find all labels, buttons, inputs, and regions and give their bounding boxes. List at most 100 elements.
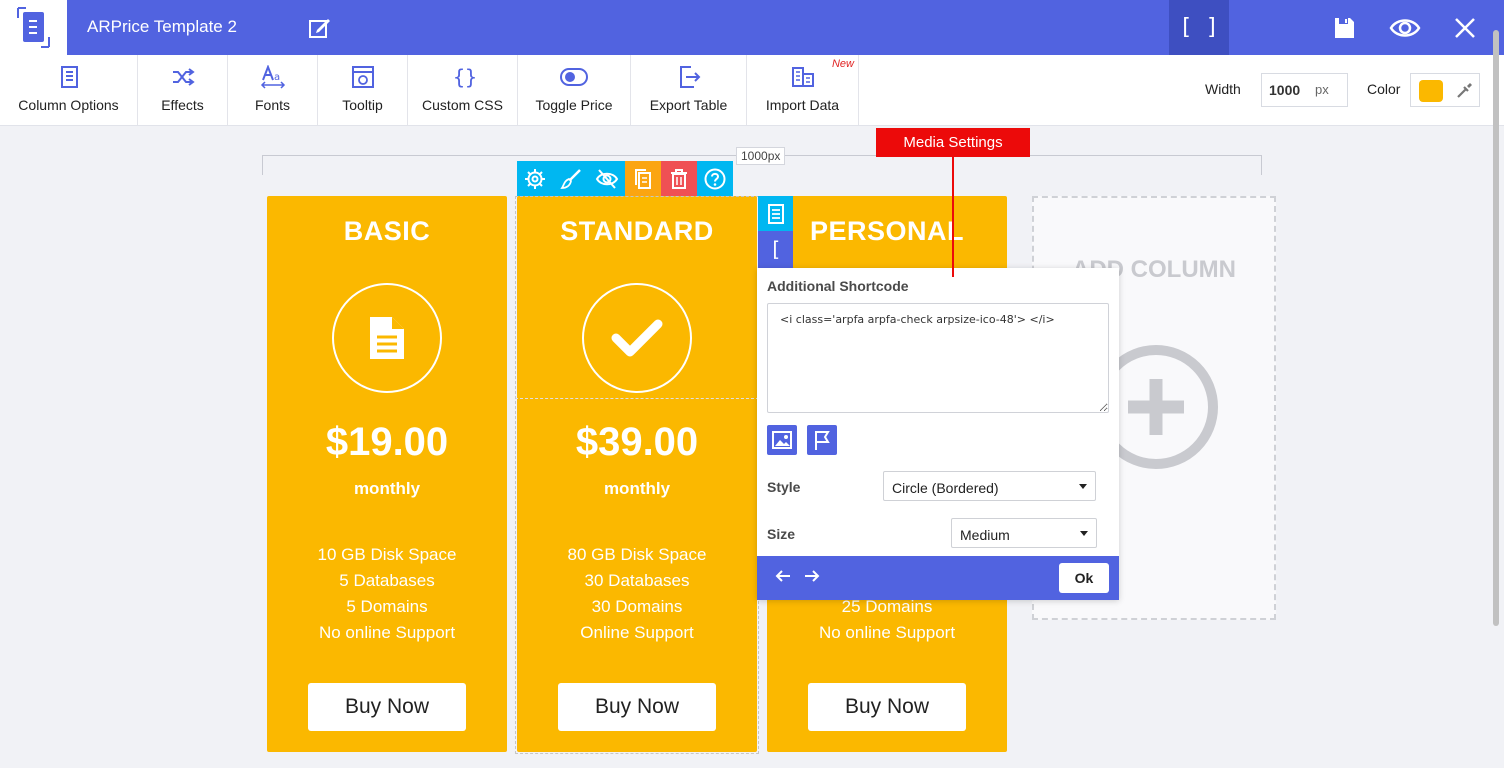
column-title[interactable]: BASIC bbox=[267, 216, 507, 247]
feature-item: 30 Domains bbox=[591, 597, 683, 616]
column-icon-circle[interactable] bbox=[332, 283, 442, 393]
import-data-button[interactable]: New Import Data bbox=[747, 55, 859, 125]
vertical-scrollbar[interactable] bbox=[1493, 30, 1499, 626]
column-price[interactable]: $39.00 bbox=[517, 420, 757, 465]
callout-line bbox=[952, 157, 954, 277]
column-hide-button[interactable] bbox=[589, 161, 625, 196]
popup-tab-content[interactable] bbox=[758, 196, 793, 231]
plus-circle-icon[interactable] bbox=[1106, 344, 1226, 470]
close-icon[interactable] bbox=[1451, 14, 1479, 42]
eyedropper-icon[interactable] bbox=[1455, 80, 1475, 100]
media-settings-popup: Additional Shortcode Style Circle (Borde… bbox=[757, 268, 1119, 600]
style-select[interactable]: Circle (Bordered) bbox=[883, 471, 1096, 501]
size-select-value: Medium bbox=[960, 527, 1010, 543]
shortcode-button[interactable]: [ ] bbox=[1169, 0, 1229, 55]
export-icon bbox=[679, 66, 700, 88]
insert-icon-button[interactable] bbox=[807, 425, 837, 455]
column-price[interactable]: $19.00 bbox=[267, 420, 507, 465]
popup-heading: Additional Shortcode bbox=[767, 278, 909, 294]
top-bar: ARPrice Template 2 [ ] bbox=[0, 0, 1504, 55]
chevron-down-icon bbox=[1080, 531, 1088, 536]
column-period[interactable]: monthly bbox=[267, 479, 507, 499]
insert-image-button[interactable] bbox=[767, 425, 797, 455]
width-value: 1000 bbox=[1269, 82, 1301, 98]
arrow-left-icon[interactable] bbox=[775, 568, 791, 584]
column-features[interactable]: 25 Domains No online Support bbox=[767, 594, 1007, 646]
fonts-icon: a bbox=[260, 65, 285, 89]
column-settings-button[interactable] bbox=[517, 161, 553, 196]
feature-item: 5 Databases bbox=[339, 571, 435, 590]
color-swatch[interactable] bbox=[1419, 80, 1443, 102]
column-style-button[interactable] bbox=[553, 161, 589, 196]
column-title[interactable]: PERSONAL bbox=[767, 216, 1007, 247]
width-input[interactable]: 1000 px bbox=[1261, 73, 1348, 107]
column-duplicate-button[interactable] bbox=[625, 161, 661, 196]
feature-item: 80 GB Disk Space bbox=[567, 545, 707, 564]
fonts-button[interactable]: a Fonts bbox=[228, 55, 318, 125]
edit-title-icon[interactable] bbox=[308, 16, 332, 40]
trash-icon bbox=[671, 168, 687, 189]
feature-item: 10 GB Disk Space bbox=[317, 545, 457, 564]
toggle-price-button[interactable]: Toggle Price bbox=[518, 55, 631, 125]
svg-text:{}: {} bbox=[453, 65, 476, 89]
feature-item: Online Support bbox=[580, 623, 694, 642]
column-options-button[interactable]: Column Options bbox=[0, 55, 138, 125]
buy-now-button[interactable]: Buy Now bbox=[558, 683, 716, 731]
ok-button[interactable]: Ok bbox=[1059, 563, 1109, 593]
effects-button[interactable]: Effects bbox=[138, 55, 228, 125]
help-icon bbox=[704, 168, 726, 189]
import-icon bbox=[791, 67, 814, 87]
custom-css-button[interactable]: {} Custom CSS bbox=[408, 55, 518, 125]
column-features[interactable]: 10 GB Disk Space 5 Databases 5 Domains N… bbox=[267, 542, 507, 646]
color-label: Color bbox=[1367, 81, 1401, 97]
flag-icon bbox=[815, 431, 830, 450]
buy-now-button[interactable]: Buy Now bbox=[308, 683, 466, 731]
color-picker[interactable] bbox=[1410, 73, 1480, 107]
new-badge: New bbox=[831, 58, 854, 70]
app-title: ARPrice Template 2 bbox=[87, 17, 237, 36]
section-divider bbox=[515, 398, 759, 399]
column-action-bar bbox=[517, 161, 733, 196]
preview-eye-icon[interactable] bbox=[1389, 14, 1421, 42]
feature-item: No online Support bbox=[818, 623, 956, 642]
popup-tab-shortcode[interactable]: [ ] bbox=[758, 231, 793, 298]
toggle-icon bbox=[560, 68, 588, 86]
column-help-button[interactable] bbox=[697, 161, 733, 196]
document-lines-icon bbox=[767, 203, 784, 224]
tooltip-icon bbox=[351, 66, 374, 88]
column-title[interactable]: STANDARD bbox=[517, 216, 757, 247]
width-unit: px bbox=[1315, 82, 1329, 97]
image-icon bbox=[772, 431, 792, 449]
app-logo[interactable] bbox=[0, 0, 67, 55]
column-icon-circle[interactable] bbox=[582, 283, 692, 393]
column-period[interactable]: monthly bbox=[517, 479, 757, 499]
shuffle-icon bbox=[172, 68, 195, 86]
document-icon bbox=[370, 317, 404, 359]
gear-icon bbox=[525, 168, 545, 189]
pricing-column-basic[interactable]: BASIC $19.00 monthly 10 GB Disk Space 5 … bbox=[267, 196, 507, 752]
arrow-right-icon[interactable] bbox=[804, 568, 820, 584]
popup-footer: Ok bbox=[757, 556, 1119, 600]
tooltip-button[interactable]: Tooltip bbox=[318, 55, 408, 125]
check-icon bbox=[611, 319, 663, 357]
feature-item: No online Support bbox=[318, 623, 456, 642]
column-features[interactable]: 80 GB Disk Space 30 Databases 30 Domains… bbox=[517, 542, 757, 646]
size-select[interactable]: Medium bbox=[951, 518, 1097, 548]
logo-icon bbox=[17, 7, 50, 48]
svg-text:a: a bbox=[274, 72, 280, 83]
feature-item: 30 Databases bbox=[584, 571, 690, 590]
buy-now-button[interactable]: Buy Now bbox=[808, 683, 966, 731]
ruler-label: 1000px bbox=[736, 147, 786, 165]
save-icon[interactable] bbox=[1330, 14, 1358, 42]
column-delete-button[interactable] bbox=[661, 161, 697, 196]
style-label: Style bbox=[767, 479, 801, 495]
copy-icon bbox=[635, 168, 651, 189]
size-label: Size bbox=[767, 526, 796, 542]
paintbrush-icon bbox=[560, 168, 581, 189]
shortcode-textarea[interactable] bbox=[767, 303, 1109, 413]
export-table-button[interactable]: Export Table bbox=[631, 55, 747, 125]
width-label: Width bbox=[1205, 81, 1241, 97]
pricing-column-standard[interactable]: STANDARD $39.00 monthly 80 GB Disk Space… bbox=[517, 196, 757, 752]
feature-item: 5 Domains bbox=[346, 597, 428, 616]
column-options-icon bbox=[60, 66, 78, 88]
